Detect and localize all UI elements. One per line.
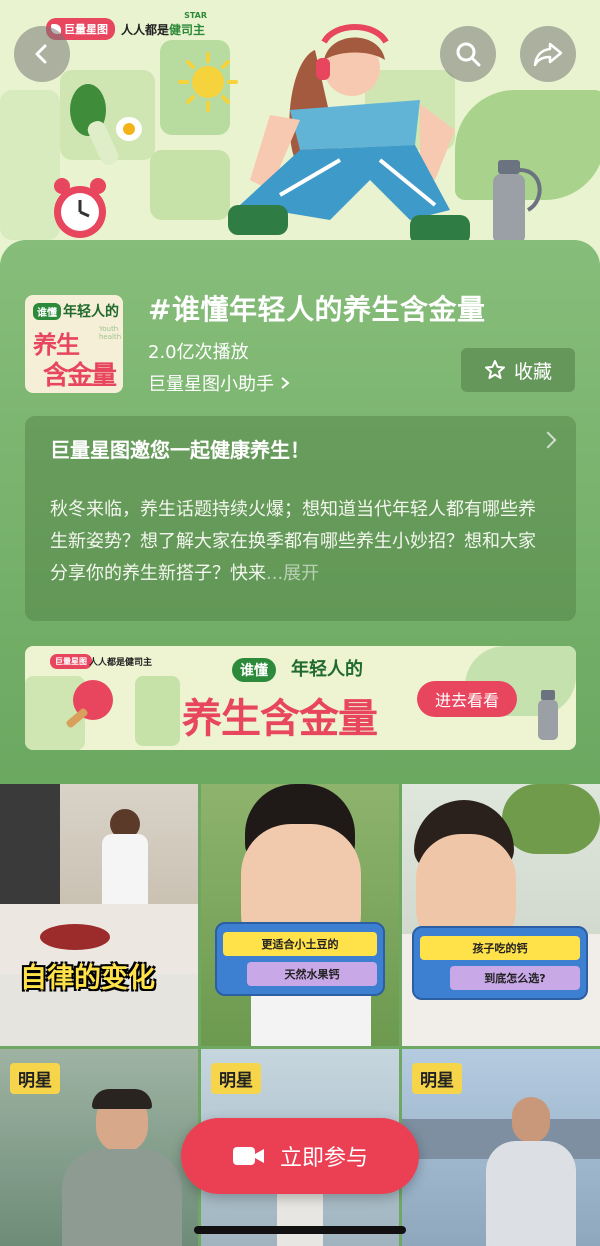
description-card[interactable]: 巨量星图邀您一起健康养生！ 秋冬来临，养生话题持续火爆；想知道当代年轻人都有哪些… (25, 416, 576, 621)
video-tile[interactable]: 自律的变化 (0, 784, 198, 1046)
star-icon (484, 360, 505, 379)
celebrity-hair (92, 1089, 152, 1109)
banner-headline: 养生含金量 (182, 696, 378, 742)
star-tag: 明星 (412, 1063, 462, 1094)
board-line1: 更适合小土豆的 (223, 932, 377, 956)
cover-youth: Youth health (99, 325, 122, 341)
banner-brand-chip: 巨量星图 (50, 654, 92, 669)
search-icon (456, 42, 481, 67)
topic-title: #谁懂年轻人的养生含金量 (148, 293, 486, 326)
expand-link[interactable]: ...展开 (266, 563, 319, 584)
fruit-bowl (40, 924, 110, 950)
chevron-right-icon (539, 431, 557, 449)
brand-star: STAR (184, 10, 208, 20)
oven-shape (0, 784, 60, 924)
video-camera-icon (232, 1147, 264, 1165)
celebrity-shirt (62, 1149, 182, 1246)
video-caption: 自律的变化 (20, 963, 155, 994)
brand-slogan: 人人都是健司主 STAR (121, 11, 207, 38)
egg-illustration (116, 117, 142, 141)
cover-line2: 含金量 (43, 361, 117, 391)
cover-tag: 谁懂 (33, 303, 61, 320)
celebrity-shirt (486, 1141, 576, 1246)
search-button[interactable] (440, 26, 496, 82)
info-board: 更适合小土豆的 天然水果钙 (215, 922, 385, 996)
board-line2: 到底怎么选? (450, 966, 580, 990)
favorite-button[interactable]: 收藏 (461, 348, 575, 392)
video-tile[interactable]: 明星 (402, 1049, 600, 1246)
bg-shape (150, 150, 230, 220)
description-body: 秋冬来临，养生话题持续火爆；想知道当代年轻人都有哪些养生新姿势？想了解大家在换季… (50, 494, 550, 590)
campaign-banner[interactable]: 巨量星图 人人都是健司主 谁懂 年轻人的 养生含金量 进去看看 (25, 646, 576, 750)
info-board: 孩子吃的钙 到底怎么选? (412, 926, 588, 1000)
star-tag: 明星 (211, 1063, 261, 1094)
description-title: 巨量星图邀您一起健康养生！ (50, 438, 310, 462)
home-indicator[interactable] (194, 1226, 406, 1234)
board-line1: 孩子吃的钙 (420, 936, 580, 960)
topic-cover: 谁懂 年轻人的 养生 含金量 Youth health (25, 295, 123, 393)
water-bottle-illustration (538, 690, 558, 740)
play-count: 2.0亿次播放 (148, 342, 249, 363)
plant-shape (502, 784, 600, 854)
cover-young: 年轻人的 (63, 304, 119, 320)
brand-slogan-a: 人人都是 (121, 22, 170, 37)
back-button[interactable] (14, 26, 70, 82)
chevron-left-icon (35, 44, 47, 64)
banner-tag: 谁懂 (232, 658, 276, 682)
celebrity-face (512, 1097, 550, 1143)
brand-slogan-b: 健司主 (169, 22, 206, 37)
ping-pong-paddle-illustration (66, 680, 113, 728)
brand-logo: 巨量星图 人人都是健司主 STAR (46, 11, 207, 40)
author-link[interactable]: 巨量星图小助手 (148, 370, 290, 396)
alarm-clock-illustration (54, 178, 106, 238)
star-tag: 明星 (10, 1063, 60, 1094)
banner-young: 年轻人的 (291, 659, 363, 680)
favorite-label: 收藏 (513, 360, 552, 383)
board-line2: 天然水果钙 (247, 962, 377, 986)
person-body (102, 834, 148, 904)
share-button[interactable] (520, 26, 576, 82)
join-label: 立即参与 (279, 1146, 368, 1171)
chevron-right-icon (281, 377, 290, 389)
brand-chip-label: 巨量星图 (64, 23, 108, 36)
water-bottle-illustration (493, 160, 542, 244)
bg-shape (135, 676, 180, 746)
author-name: 巨量星图小助手 (148, 374, 274, 395)
join-button[interactable]: 立即参与 (181, 1118, 419, 1194)
video-tile[interactable]: 更适合小土豆的 天然水果钙 (201, 784, 399, 1046)
video-tile[interactable]: 孩子吃的钙 到底怎么选? (402, 784, 600, 1046)
banner-slogan: 人人都是健司主 (89, 658, 153, 668)
banner-enter-button[interactable]: 进去看看 (417, 681, 517, 717)
share-icon (533, 42, 563, 67)
hero-banner: 巨量星图 人人都是健司主 STAR (0, 0, 600, 270)
video-tile[interactable]: 明星 (0, 1049, 198, 1246)
